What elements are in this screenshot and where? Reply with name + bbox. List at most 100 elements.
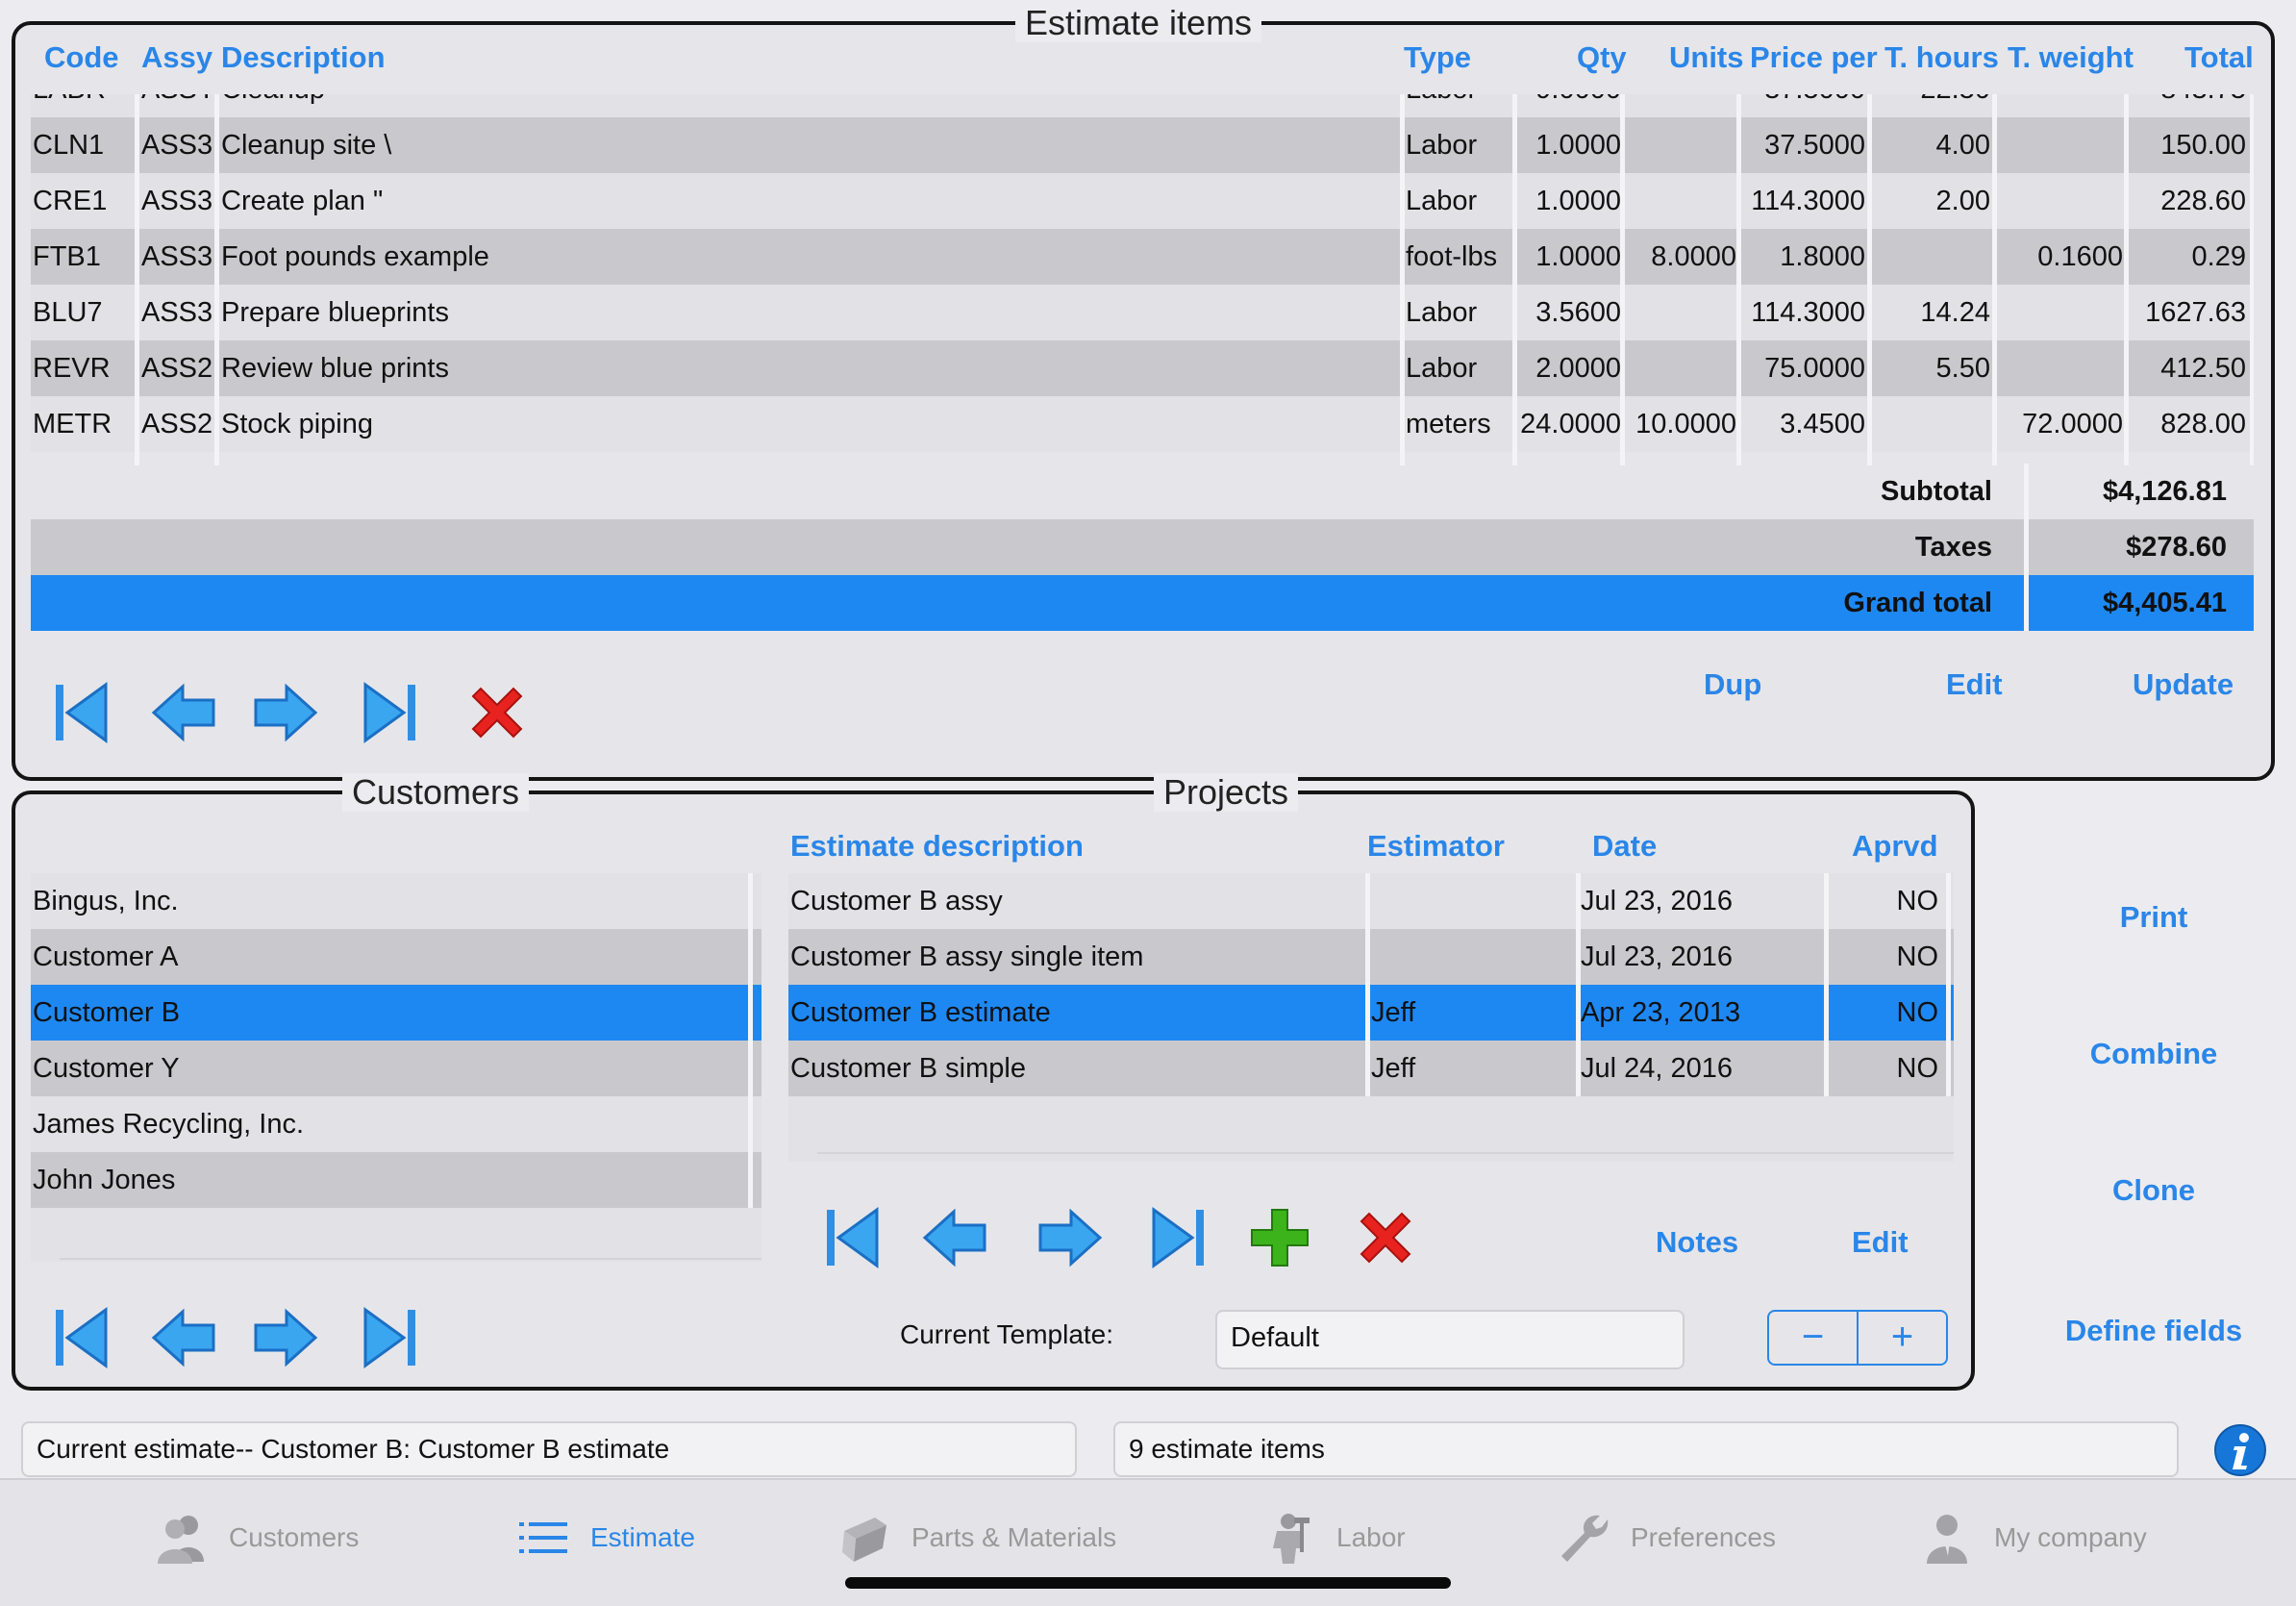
tab-estimate[interactable]: Estimate (515, 1509, 695, 1567)
delete-item-button[interactable] (463, 679, 531, 746)
last-project-button[interactable] (1144, 1204, 1211, 1271)
cell-units: 8.0000 (1651, 241, 1736, 272)
tab-customers[interactable]: Customers (154, 1509, 359, 1567)
dup-button[interactable]: Dup (1704, 667, 1761, 702)
next-item-button[interactable] (252, 679, 319, 746)
cell-qty: 1.0000 (1535, 130, 1621, 161)
tab-customers-label: Customers (229, 1522, 360, 1552)
cell-code: CLN1 (33, 130, 105, 161)
next-customer-button[interactable] (252, 1304, 319, 1371)
tab-parts-materials-label: Parts & Materials (911, 1522, 1117, 1552)
last-customer-button[interactable] (356, 1304, 423, 1371)
info-button[interactable] (2213, 1423, 2267, 1477)
estimate-item-cells: CLN1 ASS3 Cleanup site \ Labor 1.0000 37.5000… (31, 117, 2254, 173)
last-item-button[interactable] (356, 679, 423, 746)
first-project-button[interactable] (819, 1204, 886, 1271)
col-header-total[interactable]: Total (2184, 40, 2254, 75)
prev-item-button[interactable] (150, 679, 217, 746)
estimate-item-cells: FTB1 ASS3 Foot pounds example foot-lbs 1.000… (31, 229, 2254, 285)
project-row[interactable]: Customer B assy single item Jul 23, 2016 N… (788, 929, 1954, 985)
cell-type: foot-lbs (1406, 241, 1498, 272)
cell-assy: ASS2 (141, 409, 213, 439)
cell-code: FTB1 (33, 241, 101, 272)
customers-list[interactable]: Bingus, Inc. Customer A Customer B Customer… (31, 873, 761, 1262)
tab-labor[interactable]: Labor (1261, 1509, 1406, 1567)
cell-hours (1871, 396, 1990, 452)
customer-list-item[interactable]: Customer A (31, 929, 761, 985)
cell-total: 828.00 (2160, 409, 2246, 439)
first-item-button[interactable] (48, 679, 115, 746)
stepper-minus-button[interactable]: − (1769, 1312, 1859, 1364)
cell-units (1625, 285, 1736, 340)
customer-name: Bingus, Inc. (33, 886, 179, 916)
tab-estimate-label: Estimate (590, 1522, 695, 1552)
combine-button[interactable]: Combine (2009, 1037, 2296, 1071)
cell-weight: 0.1600 (2037, 241, 2123, 272)
cell-qty: 24.0000 (1520, 409, 1621, 439)
first-icon (56, 682, 108, 743)
col-header-type[interactable]: Type (1404, 40, 1471, 75)
tab-preferences-label: Preferences (1631, 1522, 1776, 1552)
col-header-estimator[interactable]: Estimator (1367, 829, 1505, 864)
customer-list-item[interactable]: James Recycling, Inc. (31, 1096, 761, 1152)
edit-item-button[interactable]: Edit (1946, 667, 2003, 702)
cell-price: 37.5000 (1742, 94, 1865, 117)
estimate-items-table[interactable]: LABRASSYCleanupLabor9.000037.500022.5084… (31, 94, 2254, 465)
cell-weight (1998, 117, 2123, 173)
col-header-estimate-description[interactable]: Estimate description (790, 829, 1084, 864)
projects-table[interactable]: Customer B assy Jul 23, 2016 NO Customer B … (788, 873, 1954, 1162)
customer-list-item[interactable]: John Jones (31, 1152, 761, 1208)
tab-my-company[interactable]: My company (1919, 1509, 2147, 1567)
notes-button[interactable]: Notes (1656, 1225, 1738, 1260)
col-header-t-weight[interactable]: T. weight (2008, 40, 2134, 75)
delete-project-button[interactable] (1352, 1204, 1419, 1271)
define-fields-button[interactable]: Define fields (2009, 1314, 2296, 1348)
project-row[interactable]: Customer B assy Jul 23, 2016 NO (788, 873, 1954, 929)
edit-project-button[interactable]: Edit (1852, 1225, 1909, 1260)
tab-parts-materials[interactable]: Parts & Materials (836, 1509, 1116, 1567)
customer-list-item[interactable]: Customer B (31, 985, 761, 1041)
cell-price: 37.5000 (1764, 130, 1865, 161)
col-header-units[interactable]: Units (1669, 40, 1744, 75)
project-row[interactable]: Customer B simple Jeff Jul 24, 2016 NO (788, 1041, 1954, 1096)
next-project-button[interactable] (1036, 1204, 1104, 1271)
tab-preferences[interactable]: Preferences (1556, 1509, 1776, 1567)
tab-labor-label: Labor (1336, 1522, 1406, 1552)
prev-project-button[interactable] (921, 1204, 988, 1271)
cell-price: 114.3000 (1751, 297, 1865, 328)
project-row[interactable]: Customer B estimate Jeff Apr 23, 2013 NO (788, 985, 1954, 1041)
col-header-assy[interactable]: Assy (141, 40, 212, 75)
update-button[interactable]: Update (2133, 667, 2234, 702)
cell-aprvd: NO (1896, 997, 1939, 1028)
prev-customer-button[interactable] (150, 1304, 217, 1371)
template-field[interactable]: Default (1215, 1310, 1685, 1369)
col-header-qty[interactable]: Qty (1577, 40, 1627, 75)
cell-units (1625, 340, 1736, 396)
stepper-plus-button[interactable]: + (1859, 1312, 1946, 1364)
col-header-code[interactable]: Code (44, 40, 119, 75)
cell-aprvd: NO (1896, 1053, 1939, 1084)
print-button[interactable]: Print (2009, 900, 2296, 935)
person-icon (1927, 1515, 1967, 1564)
col-header-aprvd[interactable]: Aprvd (1852, 829, 1938, 864)
cell-description: Cleanup site \ (221, 130, 392, 161)
taxes-value: $278.60 (2126, 532, 2227, 563)
cell-date: Apr 23, 2013 (1581, 997, 1741, 1028)
customer-list-item[interactable]: Customer Y (31, 1041, 761, 1096)
cell-estimator: Jeff (1371, 1053, 1416, 1084)
template-stepper[interactable]: − + (1767, 1310, 1948, 1366)
customer-list-item[interactable]: Bingus, Inc. (31, 873, 761, 929)
col-header-description[interactable]: Description (221, 40, 386, 75)
col-header-date[interactable]: Date (1592, 829, 1657, 864)
cell-date: Jul 24, 2016 (1581, 1053, 1734, 1084)
col-header-t-hours[interactable]: T. hours (1884, 40, 1999, 75)
col-header-price-per[interactable]: Price per (1750, 40, 1878, 75)
add-project-button[interactable] (1246, 1204, 1313, 1271)
cell-description: Foot pounds example (221, 241, 489, 272)
cell-price: 114.3000 (1751, 186, 1865, 216)
cell-code: LABR (33, 94, 133, 117)
arrow-right-icon (254, 1308, 318, 1368)
first-icon (827, 1207, 879, 1268)
clone-button[interactable]: Clone (2009, 1173, 2296, 1208)
first-customer-button[interactable] (48, 1304, 115, 1371)
